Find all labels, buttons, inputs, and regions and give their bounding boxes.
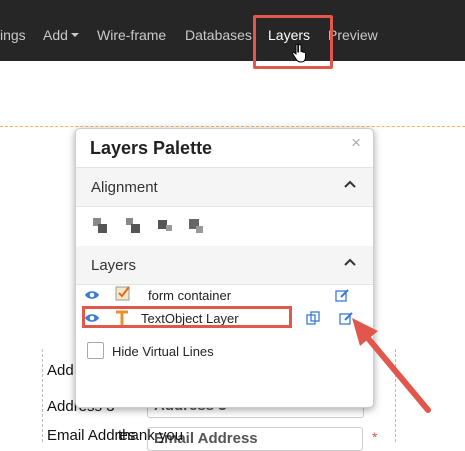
textobject-highlight-box	[82, 306, 292, 328]
hide-virtual-lines-checkbox[interactable]	[87, 342, 104, 359]
align-right-icon[interactable]	[156, 217, 174, 235]
edit-icon[interactable]	[339, 311, 354, 326]
alignment-section-header[interactable]: Alignment	[76, 168, 373, 207]
hide-virtual-lines-label: Hide Virtual Lines	[112, 344, 214, 359]
nav-item-databases[interactable]: Databases	[185, 27, 252, 43]
nav-item-settings[interactable]: ings	[0, 27, 26, 43]
layer-row-form-container[interactable]: form container	[76, 285, 373, 307]
align-bottom-icon[interactable]	[187, 217, 205, 235]
palette-title: Layers Palette	[90, 138, 213, 158]
nav-item-add[interactable]: Add	[43, 27, 79, 43]
top-nav: ings Add Wire-frame Databases Layers Pre…	[0, 0, 465, 61]
edit-icon[interactable]	[335, 288, 350, 303]
align-center-icon[interactable]	[125, 217, 143, 235]
chevron-down-icon	[70, 33, 79, 38]
alignment-section-title: Alignment	[91, 179, 158, 196]
chevron-up-icon[interactable]	[343, 256, 357, 270]
align-left-icon[interactable]	[92, 217, 110, 235]
form-label-add: Add	[47, 362, 74, 379]
alignment-tools	[92, 217, 292, 239]
layers-palette: Layers Palette × Alignment Layers form c…	[75, 128, 374, 408]
nav-item-preview[interactable]: Preview	[328, 27, 378, 43]
required-mark: *	[372, 429, 378, 445]
layers-section-title: Layers	[91, 257, 137, 274]
chevron-up-icon[interactable]	[343, 178, 357, 192]
hand-cursor-icon	[291, 44, 306, 63]
nav-item-add-label: Add	[43, 27, 68, 43]
layer-name: form container	[148, 288, 232, 303]
eye-icon[interactable]	[84, 289, 100, 301]
dashed-guideline	[0, 126, 465, 127]
close-icon[interactable]: ×	[351, 133, 361, 153]
nav-item-wireframe[interactable]: Wire-frame	[97, 27, 166, 43]
thank-you-text: thank you	[118, 427, 184, 444]
form-checkbox-icon	[115, 286, 130, 301]
palette-header: Layers Palette ×	[76, 129, 373, 168]
layers-section-header[interactable]: Layers	[76, 246, 373, 285]
copy-icon[interactable]	[306, 311, 321, 326]
